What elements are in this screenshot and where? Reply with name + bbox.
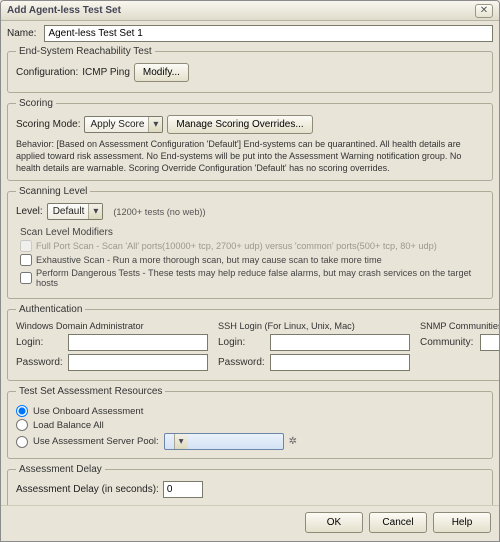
chevron-down-icon: ▾ bbox=[174, 434, 188, 449]
pool-combo[interactable]: ▾ bbox=[164, 433, 284, 450]
community-label: Community: bbox=[420, 337, 476, 348]
scoring-mode-label: Scoring Mode: bbox=[16, 119, 80, 130]
auth-win-col: Windows Domain Administrator Login: Pass… bbox=[16, 321, 208, 374]
reachability-legend: End-System Reachability Test bbox=[16, 46, 155, 57]
auth-legend: Authentication bbox=[16, 304, 85, 315]
delay-legend: Assessment Delay bbox=[16, 464, 105, 475]
titlebar: Add Agent-less Test Set ✕ bbox=[1, 1, 499, 21]
dangerous-checkbox[interactable] bbox=[20, 272, 32, 284]
scoring-mode-value: Apply Score bbox=[90, 119, 148, 130]
pool-label: Use Assessment Server Pool: bbox=[33, 436, 159, 447]
close-icon: ✕ bbox=[480, 6, 488, 16]
ok-button[interactable]: OK bbox=[305, 512, 363, 533]
auth-ssh-col: SSH Login (For Linux, Unix, Mac) Login: … bbox=[218, 321, 410, 374]
delay-group: Assessment Delay Assessment Delay (in se… bbox=[7, 464, 493, 505]
onboard-radio[interactable] bbox=[16, 405, 28, 417]
manage-overrides-button[interactable]: Manage Scoring Overrides... bbox=[167, 115, 312, 134]
exhaustive-label: Exhaustive Scan - Run a more thorough sc… bbox=[36, 255, 382, 265]
content: Name: End-System Reachability Test Confi… bbox=[1, 21, 499, 505]
balance-label: Load Balance All bbox=[33, 420, 104, 431]
auth-group: Authentication Windows Domain Administra… bbox=[7, 304, 499, 381]
scanning-legend: Scanning Level bbox=[16, 186, 90, 197]
scoring-mode-combo[interactable]: Apply Score ▾ bbox=[84, 116, 163, 133]
exhaustive-checkbox[interactable] bbox=[20, 254, 32, 266]
add-agentless-dialog: Add Agent-less Test Set ✕ Name: End-Syst… bbox=[0, 0, 500, 542]
ssh-header: SSH Login (For Linux, Unix, Mac) bbox=[218, 321, 410, 331]
scoring-group: Scoring Scoring Mode: Apply Score ▾ Mana… bbox=[7, 98, 493, 181]
level-label: Level: bbox=[16, 206, 43, 217]
ssh-pass-label: Password: bbox=[218, 357, 266, 368]
auth-columns: Windows Domain Administrator Login: Pass… bbox=[16, 321, 499, 374]
level-combo[interactable]: Default ▾ bbox=[47, 203, 104, 220]
onboard-label: Use Onboard Assessment bbox=[33, 406, 143, 417]
gear-icon[interactable]: ✲ bbox=[289, 436, 297, 447]
win-pass-label: Password: bbox=[16, 357, 64, 368]
balance-row: Load Balance All bbox=[16, 419, 484, 431]
help-button[interactable]: Help bbox=[433, 512, 491, 533]
pool-row: Use Assessment Server Pool: ▾ ✲ bbox=[16, 433, 484, 450]
dangerous-row: Perform Dangerous Tests - These tests ma… bbox=[20, 268, 480, 288]
cancel-button[interactable]: Cancel bbox=[369, 512, 427, 533]
delay-input[interactable] bbox=[163, 481, 203, 498]
config-value: ICMP Ping bbox=[82, 67, 130, 78]
ssh-pass-input[interactable] bbox=[270, 354, 410, 371]
ssh-login-input[interactable] bbox=[270, 334, 410, 351]
scoring-behavior-text: Behavior: [Based on Assessment Configura… bbox=[16, 138, 484, 174]
name-label: Name: bbox=[7, 28, 36, 39]
dangerous-label: Perform Dangerous Tests - These tests ma… bbox=[36, 268, 480, 288]
full-port-checkbox bbox=[20, 240, 32, 252]
delay-label: Assessment Delay (in seconds): bbox=[16, 484, 159, 495]
name-row: Name: bbox=[7, 25, 493, 42]
balance-radio[interactable] bbox=[16, 419, 28, 431]
snmp-header: SNMP Communities (comma delimited) bbox=[420, 321, 499, 331]
modify-button[interactable]: Modify... bbox=[134, 63, 189, 82]
exhaustive-row: Exhaustive Scan - Run a more thorough sc… bbox=[20, 254, 480, 266]
modifiers-box: Scan Level Modifiers Full Port Scan - Sc… bbox=[16, 224, 484, 292]
scoring-row: Scoring Mode: Apply Score ▾ Manage Scori… bbox=[16, 115, 484, 134]
level-row: Level: Default ▾ (1200+ tests (no web)) bbox=[16, 203, 484, 220]
community-input[interactable] bbox=[480, 334, 499, 351]
button-bar: OK Cancel Help bbox=[1, 505, 499, 541]
auth-snmp-col: SNMP Communities (comma delimited) Commu… bbox=[420, 321, 499, 374]
ssh-login-label: Login: bbox=[218, 337, 266, 348]
chevron-down-icon: ▾ bbox=[148, 117, 162, 132]
scoring-legend: Scoring bbox=[16, 98, 56, 109]
reachability-row: Configuration: ICMP Ping Modify... bbox=[16, 63, 484, 82]
win-header: Windows Domain Administrator bbox=[16, 321, 208, 331]
win-pass-input[interactable] bbox=[68, 354, 208, 371]
config-label: Configuration: bbox=[16, 67, 78, 78]
win-login-label: Login: bbox=[16, 337, 64, 348]
scanning-group: Scanning Level Level: Default ▾ (1200+ t… bbox=[7, 186, 493, 299]
chevron-down-icon: ▾ bbox=[88, 204, 102, 219]
resources-group: Test Set Assessment Resources Use Onboar… bbox=[7, 386, 493, 459]
pool-radio[interactable] bbox=[16, 436, 28, 448]
dialog-title: Add Agent-less Test Set bbox=[7, 5, 121, 16]
win-login-input[interactable] bbox=[68, 334, 208, 351]
modifiers-title: Scan Level Modifiers bbox=[20, 227, 480, 238]
name-input[interactable] bbox=[44, 25, 493, 42]
full-port-row: Full Port Scan - Scan 'All' ports(10000+… bbox=[20, 240, 480, 252]
level-value: Default bbox=[53, 206, 89, 217]
resources-legend: Test Set Assessment Resources bbox=[16, 386, 165, 397]
close-button[interactable]: ✕ bbox=[475, 4, 493, 18]
full-port-label: Full Port Scan - Scan 'All' ports(10000+… bbox=[36, 241, 437, 251]
onboard-row: Use Onboard Assessment bbox=[16, 405, 484, 417]
level-note: (1200+ tests (no web)) bbox=[113, 207, 205, 217]
reachability-group: End-System Reachability Test Configurati… bbox=[7, 46, 493, 93]
delay-row: Assessment Delay (in seconds): bbox=[16, 481, 484, 498]
